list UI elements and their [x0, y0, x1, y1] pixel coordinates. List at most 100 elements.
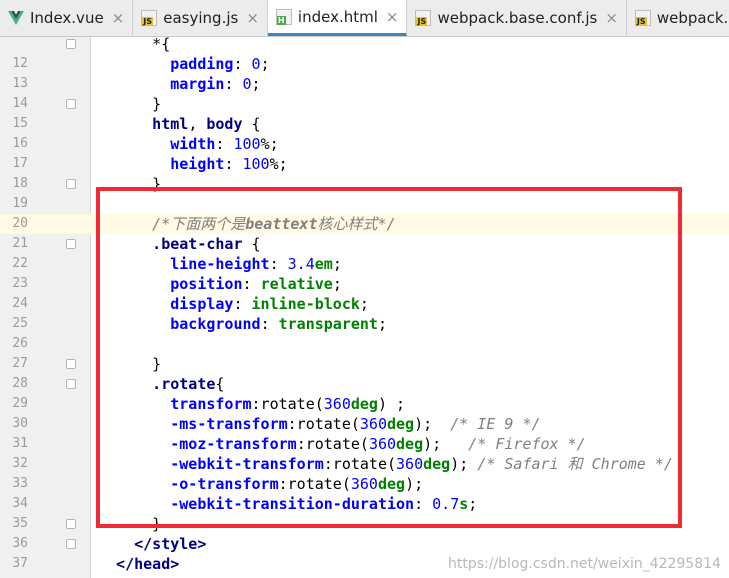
- code-line[interactable]: 15 html, body {: [0, 114, 729, 134]
- code-line[interactable]: 17 height: 100%;: [0, 154, 729, 174]
- line-number: 19: [12, 196, 28, 211]
- fold-marker-icon[interactable]: [66, 539, 76, 549]
- code-text: position: relative;: [98, 275, 342, 293]
- code-text: }: [98, 515, 162, 533]
- line-number: 25: [12, 316, 28, 331]
- line-number: 20: [12, 216, 28, 231]
- line-number: 29: [12, 396, 28, 411]
- close-tab-icon[interactable]: ×: [605, 9, 618, 27]
- code-line[interactable]: *{: [0, 34, 729, 54]
- code-line[interactable]: 34 -webkit-transition-duration: 0.7s;: [0, 494, 729, 514]
- line-number: 36: [12, 536, 28, 551]
- code-editor[interactable]: *{12 padding: 0; 13 margin: 0; 14 } 15 html…: [0, 34, 729, 578]
- line-number: 28: [12, 376, 28, 391]
- line-number: 12: [12, 56, 28, 71]
- close-tab-icon[interactable]: ×: [112, 9, 125, 27]
- line-number: 13: [12, 76, 28, 91]
- code-line[interactable]: 36 </style>: [0, 534, 729, 554]
- code-text: html, body {: [98, 115, 261, 133]
- fold-marker-icon[interactable]: [66, 99, 76, 109]
- line-number: 32: [12, 456, 28, 471]
- code-line[interactable]: 14 }: [0, 94, 729, 114]
- html-file-icon: H: [275, 8, 292, 25]
- code-text: }: [98, 95, 162, 113]
- tab-webpack-base-conf-js[interactable]: JS webpack.base.conf.js ×: [407, 0, 627, 36]
- tab-label: index.html: [297, 7, 378, 26]
- line-number: 22: [12, 256, 28, 271]
- code-text: -moz-transform:rotate(360deg); /* Firefo…: [98, 435, 586, 453]
- code-text: .beat-char {: [98, 235, 261, 253]
- line-number: 24: [12, 296, 28, 311]
- line-number: 16: [12, 136, 28, 151]
- fold-marker-icon[interactable]: [66, 239, 76, 249]
- line-number: 14: [12, 96, 28, 111]
- fold-marker-icon[interactable]: [66, 39, 76, 49]
- line-number: 27: [12, 356, 28, 371]
- code-line[interactable]: 26: [0, 334, 729, 354]
- code-text: -ms-transform:rotate(360deg); /* IE 9 */: [98, 415, 541, 433]
- fold-marker-icon[interactable]: [66, 519, 76, 529]
- code-text: line-height: 3.4em;: [98, 255, 342, 273]
- code-text: height: 100%;: [98, 155, 288, 173]
- tab-label: webpack.base.conf.js: [437, 9, 598, 27]
- close-tab-icon[interactable]: ×: [386, 8, 399, 26]
- code-text: margin: 0;: [98, 75, 261, 93]
- fold-marker-icon[interactable]: [66, 359, 76, 369]
- code-line[interactable]: 25 background: transparent;: [0, 314, 729, 334]
- code-text: -webkit-transition-duration: 0.7s;: [98, 495, 478, 513]
- code-line[interactable]: 12 padding: 0;: [0, 54, 729, 74]
- js-file-icon: JS: [415, 10, 432, 26]
- code-text: </style>: [98, 535, 207, 553]
- tab-easying-js[interactable]: JS easying.js ×: [133, 0, 268, 36]
- line-number: 17: [12, 156, 28, 171]
- code-line[interactable]: 35 }: [0, 514, 729, 534]
- code-line[interactable]: 30 -ms-transform:rotate(360deg); /* IE 9…: [0, 414, 729, 434]
- code-text: -o-transform:rotate(360deg);: [98, 475, 424, 493]
- tab-index-html[interactable]: Hindex.html ×: [267, 0, 408, 36]
- editor-tab-bar: Index.vue × JS easying.js × Hindex.html × JS web…: [0, 0, 729, 37]
- code-line[interactable]: 28 .rotate{: [0, 374, 729, 394]
- line-number: 37: [12, 556, 28, 571]
- line-number: 23: [12, 276, 28, 291]
- line-number: 15: [12, 116, 28, 131]
- code-line[interactable]: 18 }: [0, 174, 729, 194]
- code-text: /*下面两个是beattext核心样式*/: [98, 215, 396, 233]
- line-number: 26: [12, 336, 28, 351]
- code-line[interactable]: 33 -o-transform:rotate(360deg);: [0, 474, 729, 494]
- code-text: padding: 0;: [98, 55, 270, 73]
- code-line[interactable]: 16 width: 100%;: [0, 134, 729, 154]
- code-line[interactable]: 20 /*下面两个是beattext核心样式*/: [0, 214, 729, 234]
- code-text: background: transparent;: [98, 315, 387, 333]
- code-line[interactable]: 27 }: [0, 354, 729, 374]
- fold-marker-icon[interactable]: [66, 179, 76, 189]
- js-file-icon: JS: [141, 10, 158, 26]
- code-text: transform:rotate(360deg) ;: [98, 395, 406, 413]
- line-number: 31: [12, 436, 28, 451]
- watermark: https://blog.csdn.net/weixin_42295814: [447, 556, 721, 572]
- code-text: .rotate{: [98, 375, 225, 393]
- code-line[interactable]: 31 -moz-transform:rotate(360deg); /* Fir…: [0, 434, 729, 454]
- code-line[interactable]: 22 line-height: 3.4em;: [0, 254, 729, 274]
- code-text: -webkit-transform:rotate(360deg); /* Saf…: [98, 455, 673, 473]
- line-number: 30: [12, 416, 28, 431]
- code-line[interactable]: 21 .beat-char {: [0, 234, 729, 254]
- tab-label: easying.js: [163, 9, 239, 27]
- close-tab-icon[interactable]: ×: [246, 9, 259, 27]
- line-number: 18: [12, 176, 28, 191]
- code-line[interactable]: 19: [0, 194, 729, 214]
- line-number: 33: [12, 476, 28, 491]
- code-line[interactable]: 13 margin: 0;: [0, 74, 729, 94]
- code-text: </head>: [98, 555, 180, 573]
- tab-index-vue[interactable]: Index.vue ×: [0, 0, 134, 36]
- code-line[interactable]: 24 display: inline-block;: [0, 294, 729, 314]
- code-line[interactable]: 23 position: relative;: [0, 274, 729, 294]
- line-number: 34: [12, 496, 28, 511]
- code-text: }: [98, 355, 162, 373]
- code-line[interactable]: 29 transform:rotate(360deg) ;: [0, 394, 729, 414]
- tab-webpack-dev-conf-js[interactable]: JS webpack.dev.conf.js: [627, 0, 729, 36]
- line-number: 21: [12, 236, 28, 251]
- fold-marker-icon[interactable]: [66, 379, 76, 389]
- code-text: width: 100%;: [98, 135, 279, 153]
- vue-icon: [8, 10, 24, 26]
- code-line[interactable]: 32 -webkit-transform:rotate(360deg); /* …: [0, 454, 729, 474]
